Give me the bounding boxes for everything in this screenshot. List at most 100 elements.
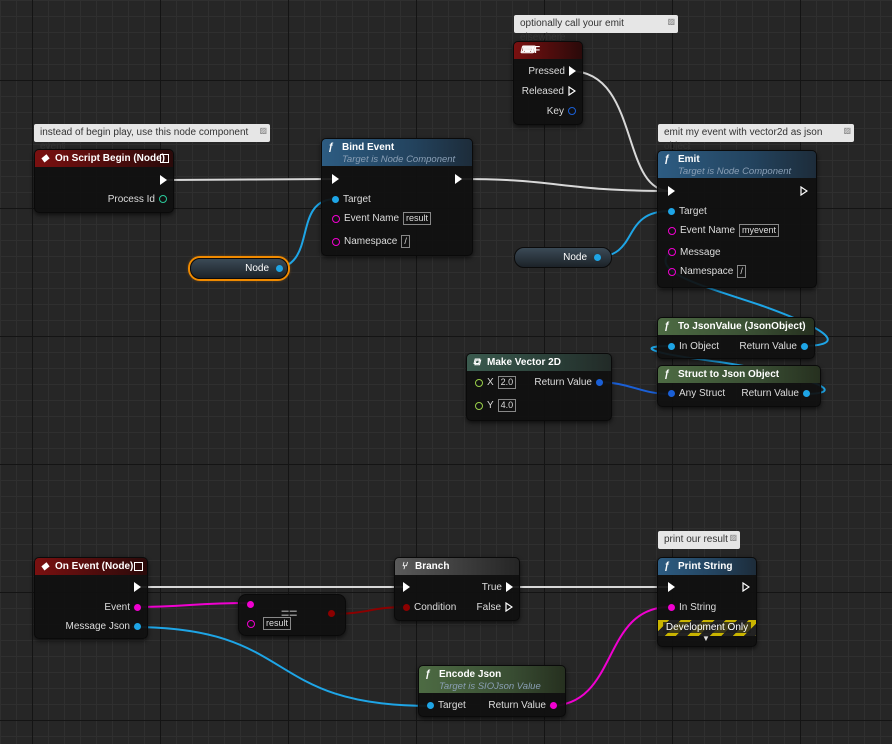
exec-outline-icon — [800, 186, 808, 197]
pin-label: Message Json — [65, 621, 130, 632]
struct-to-json-node[interactable]: ƒ Struct to Json Object Any Struct Retur… — [657, 365, 821, 407]
comment-print[interactable]: print our result ▨ — [658, 531, 740, 549]
x-pin[interactable]: X 2.0 — [471, 376, 517, 390]
comment-emit[interactable]: emit my event with vector2d as json obje… — [658, 124, 854, 152]
make-vector-2d-node[interactable]: ⧉ Make Vector 2D X 2.0 Y 4.0 Return Value — [466, 353, 612, 421]
return-value-pin[interactable]: Return Value — [488, 699, 561, 713]
y-value-input[interactable]: 4.0 — [497, 399, 517, 412]
event-pin[interactable]: Event — [104, 601, 145, 615]
exec-out-pin[interactable] — [130, 581, 145, 595]
pin-label: Condition — [414, 602, 457, 613]
result-pin[interactable] — [324, 607, 339, 621]
namespace-input[interactable]: / — [401, 235, 410, 248]
pin-label: Event Name — [680, 225, 736, 237]
y-pin[interactable]: Y 4.0 — [471, 399, 517, 413]
pin-label: False — [476, 602, 501, 613]
exec-icon — [134, 582, 141, 593]
node-variable-selected[interactable]: Node — [190, 258, 288, 279]
print-string-node[interactable]: ƒ Print String In String Development Onl… — [657, 557, 757, 647]
pin-label: Event Name — [344, 213, 400, 225]
branch-node[interactable]: ⑂ Branch Condition True False — [394, 557, 520, 621]
process-id-pin[interactable]: Process Id — [108, 193, 171, 207]
namespace-pin[interactable]: Namespace / — [328, 235, 410, 249]
node-title: Print String — [678, 561, 733, 572]
pressed-pin[interactable]: Pressed — [528, 65, 580, 79]
a-pin[interactable] — [243, 598, 258, 612]
message-pin[interactable]: Message — [664, 246, 721, 260]
to-json-value-node[interactable]: ƒ To JsonValue (JsonObject) In Object Re… — [657, 317, 815, 359]
exec-in-pin[interactable] — [664, 185, 679, 199]
exec-icon — [668, 582, 675, 593]
exec-wire — [569, 70, 671, 192]
on-event-node[interactable]: ◆ On Event (Node) Event Message Json — [34, 557, 148, 639]
bool-pin-icon — [403, 603, 410, 611]
event-name-input[interactable]: myevent — [739, 224, 780, 237]
namespace-pin[interactable]: Namespace / — [664, 265, 746, 279]
node-subtitle: Target is SIOJson Value — [439, 681, 541, 692]
node-title: Branch — [415, 561, 450, 572]
node-header: ƒ To JsonValue (JsonObject) — [658, 318, 814, 335]
message-json-pin[interactable]: Message Json — [66, 620, 145, 634]
function-icon: ƒ — [664, 154, 670, 165]
function-icon: ƒ — [664, 369, 670, 380]
exec-icon — [668, 186, 675, 197]
float-pin-icon — [475, 401, 483, 410]
exec-out-pin[interactable] — [451, 173, 466, 187]
pin-label: Event — [104, 602, 130, 613]
target-pin[interactable]: Target — [423, 699, 466, 713]
pin-label: Any Struct — [679, 388, 726, 399]
f-key-node[interactable]: ⌨ F Pressed Released Key — [513, 41, 583, 125]
return-value-pin[interactable]: Return Value — [739, 340, 812, 354]
emit-node[interactable]: ƒ Emit Target is Node Component Target E… — [657, 150, 817, 288]
exec-in-pin[interactable] — [664, 581, 679, 595]
node-header: ⌨ F — [514, 42, 582, 59]
exec-in-pin[interactable] — [328, 173, 343, 187]
exec-icon — [332, 174, 339, 185]
in-object-pin[interactable]: In Object — [664, 340, 719, 354]
false-pin[interactable]: False — [477, 601, 517, 615]
keyboard-icon: ⌨ — [520, 45, 535, 56]
event-name-input[interactable]: result — [403, 212, 432, 225]
node-title: To JsonValue (JsonObject) — [678, 321, 806, 332]
exec-icon — [160, 175, 167, 186]
delegate-square-icon — [134, 562, 143, 571]
true-pin[interactable]: True — [482, 581, 517, 595]
comment-begin[interactable]: instead of begin play, use this node com… — [34, 124, 270, 152]
expand-arrow-icon[interactable]: ▼ — [702, 634, 710, 643]
return-value-pin[interactable]: Return Value — [741, 387, 814, 401]
object-pin-icon — [332, 195, 339, 203]
object-pin-icon[interactable] — [594, 254, 601, 261]
node-header: ƒ Emit Target is Node Component — [658, 151, 816, 178]
bind-event-node[interactable]: ƒ Bind Event Target is Node Component Ta… — [321, 138, 473, 256]
condition-pin[interactable]: Condition — [399, 601, 456, 615]
target-pin[interactable]: Target — [328, 193, 371, 207]
on-script-begin-node[interactable]: ◆ On Script Begin (Node) Process Id — [34, 149, 174, 213]
comment-grip-icon: ▨ — [667, 17, 675, 26]
variable-label: Node — [563, 252, 587, 263]
key-pin[interactable]: Key — [547, 105, 580, 119]
pin-label: Namespace — [680, 266, 734, 278]
pin-label: Target — [679, 206, 707, 217]
object-pin-icon — [668, 342, 675, 350]
target-pin[interactable]: Target — [664, 205, 707, 219]
exec-out-pin[interactable] — [738, 581, 754, 595]
x-value-input[interactable]: 2.0 — [497, 376, 517, 389]
equals-node[interactable]: result == — [238, 594, 346, 636]
object-pin-icon[interactable] — [276, 265, 283, 272]
exec-in-pin[interactable] — [399, 581, 414, 595]
event-name-pin[interactable]: Event Name result — [328, 212, 432, 226]
exec-icon — [403, 582, 410, 593]
in-string-pin[interactable]: In String — [664, 601, 716, 615]
comment-f-key[interactable]: optionally call your emit elsewhere ▨ — [514, 15, 678, 43]
exec-wire — [460, 178, 671, 192]
exec-out-pin[interactable] — [796, 185, 812, 199]
encode-json-node[interactable]: ƒ Encode Json Target is SIOJson Value Ta… — [418, 665, 566, 717]
namespace-input[interactable]: / — [737, 265, 746, 278]
released-pin[interactable]: Released — [522, 85, 580, 99]
event-name-pin[interactable]: Event Name myevent — [664, 224, 780, 238]
bool-pin-icon — [328, 609, 335, 617]
return-value-pin[interactable]: Return Value — [534, 376, 607, 390]
node-variable[interactable]: Node — [514, 247, 612, 268]
any-struct-pin[interactable]: Any Struct — [664, 387, 725, 401]
exec-out-pin[interactable] — [156, 174, 171, 188]
